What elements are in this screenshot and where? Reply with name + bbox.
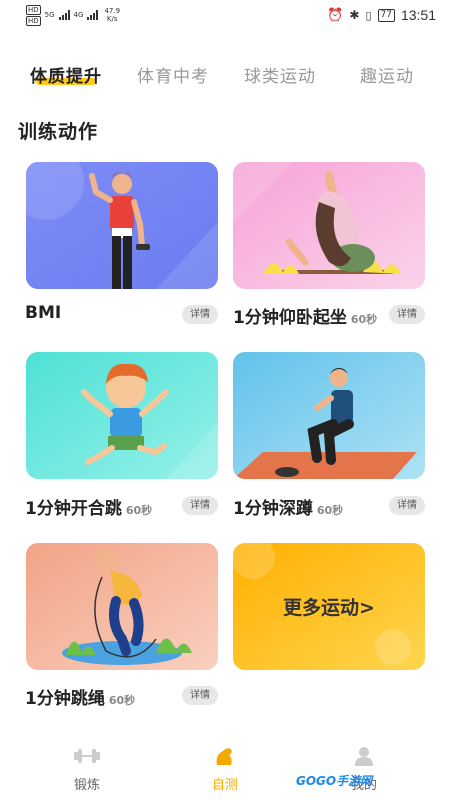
more-sports-card[interactable]: 更多运动> xyxy=(233,543,425,670)
status-time: 13:51 xyxy=(400,7,436,23)
status-left: HD HD 5G 4G 47.9 K/s xyxy=(26,4,121,26)
section-title: 训练动作 xyxy=(18,121,99,143)
network-5g-label: 5G xyxy=(44,11,55,19)
man-squat-illustration xyxy=(233,352,425,479)
nav-item-self-test[interactable]: 自测 xyxy=(185,744,265,793)
dumbbell-icon xyxy=(47,744,127,768)
card-duration: 60秒 xyxy=(125,504,153,517)
detail-button[interactable]: 详情 xyxy=(182,496,218,515)
card-label: 1分钟深蹲 60秒 xyxy=(233,499,344,519)
category-tabs: 体质提升 体育中考 球类运动 趣运动 xyxy=(0,62,450,94)
tab-fitness[interactable]: 体质提升 xyxy=(30,62,102,87)
bottom-nav: 锻炼 自测 我的 xyxy=(0,738,450,800)
tab-fun-sports[interactable]: 趣运动 xyxy=(360,62,414,87)
card-label: 1分钟开合跳 60秒 xyxy=(25,499,153,519)
vibrate-icon: ▯ xyxy=(365,8,372,22)
boy-jumping-jack-illustration xyxy=(26,352,218,479)
card-duration: 60秒 xyxy=(350,313,378,326)
hd-badge: HD xyxy=(26,4,41,15)
card-duration: 60秒 xyxy=(316,504,344,517)
network-speed: 47.9 K/s xyxy=(104,7,121,23)
hd-badge: HD xyxy=(26,15,41,26)
woman-situp-illustration xyxy=(233,162,425,289)
card-label: BMI xyxy=(25,303,62,323)
exercise-card-bmi[interactable] xyxy=(26,162,218,289)
detail-button[interactable]: 详情 xyxy=(389,305,425,324)
man-dumbbell-illustration xyxy=(26,162,218,289)
man-jump-rope-illustration xyxy=(26,543,218,670)
nav-label: 自测 xyxy=(211,778,238,793)
signal-icon xyxy=(58,10,70,20)
detail-button[interactable]: 详情 xyxy=(182,305,218,324)
detail-button[interactable]: 详情 xyxy=(182,686,218,705)
watermark: GOGO手游网 xyxy=(296,774,373,788)
flexed-arm-icon xyxy=(185,744,265,768)
user-icon xyxy=(324,744,404,768)
card-label: 1分钟跳绳 60秒 xyxy=(25,689,136,709)
status-bar: HD HD 5G 4G 47.9 K/s ⏰ ✱ ▯ 77 13:51 xyxy=(0,0,450,30)
exercise-card-situp[interactable] xyxy=(233,162,425,289)
exercise-card-jump-rope[interactable] xyxy=(26,543,218,670)
nav-item-exercise[interactable]: 锻炼 xyxy=(47,744,127,793)
exercise-card-squat[interactable] xyxy=(233,352,425,479)
bluetooth-icon: ✱ xyxy=(349,8,360,22)
alarm-icon: ⏰ xyxy=(327,7,344,23)
status-right: ⏰ ✱ ▯ 77 13:51 xyxy=(327,7,436,23)
nav-label: 锻炼 xyxy=(73,778,100,793)
card-duration: 60秒 xyxy=(108,694,136,707)
card-label: 1分钟仰卧起坐 60秒 xyxy=(233,308,378,328)
signal-icon xyxy=(87,10,99,20)
detail-button[interactable]: 详情 xyxy=(389,496,425,515)
battery-icon: 77 xyxy=(377,8,395,22)
more-sports-label: 更多运动> xyxy=(283,597,375,619)
tab-pe-exam[interactable]: 体育中考 xyxy=(137,62,209,87)
tab-ball-sports[interactable]: 球类运动 xyxy=(244,62,316,87)
network-4g-label: 4G xyxy=(73,11,84,19)
exercise-card-jumping-jack[interactable] xyxy=(26,352,218,479)
